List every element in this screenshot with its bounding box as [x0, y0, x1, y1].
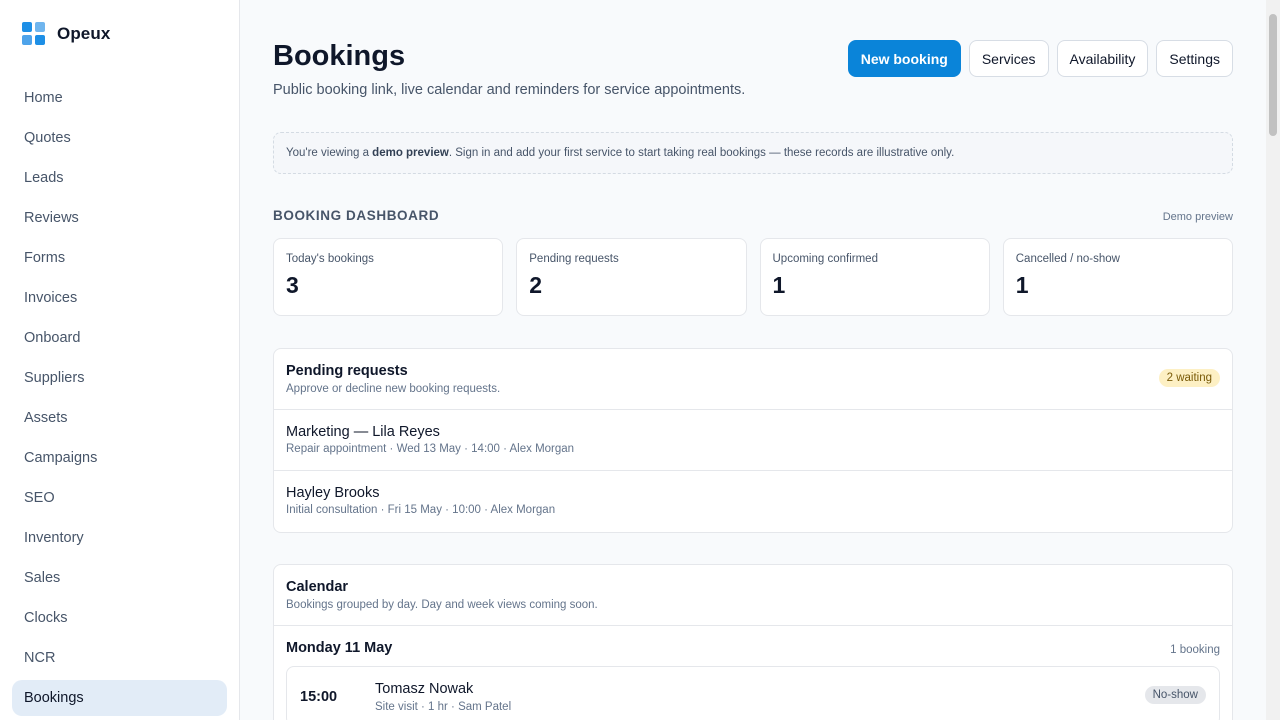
app-logo-icon — [22, 22, 46, 46]
list-item[interactable]: Hayley Brooks Initial consultation · Fri… — [274, 471, 1232, 532]
sidebar-item-forms[interactable]: Forms — [12, 240, 227, 276]
header-actions: New booking Services Availability Settin… — [847, 40, 1233, 77]
sidebar-item-bookings[interactable]: Bookings — [12, 680, 227, 716]
new-booking-button[interactable]: New booking — [847, 40, 961, 77]
app-name: Opeux — [57, 24, 111, 43]
notice-prefix: You're viewing a — [286, 147, 373, 159]
stat-cards: Today's bookings 3 Pending requests 2 Up… — [273, 238, 1233, 316]
waiting-badge: 2 waiting — [1158, 369, 1220, 387]
sidebar-item-assets[interactable]: Assets — [12, 400, 227, 436]
settings-button[interactable]: Settings — [1156, 40, 1233, 77]
brand[interactable]: Opeux — [22, 22, 110, 46]
card-subtitle: Approve or decline new booking requests. — [286, 383, 501, 395]
calendar-header: Calendar Bookings grouped by day. Day an… — [274, 565, 1232, 626]
stat-label: Upcoming confirmed — [772, 253, 878, 265]
request-name: Hayley Brooks — [286, 485, 380, 501]
status-badge: No-show — [1144, 686, 1206, 704]
sidebar-item-onboard[interactable]: Onboard — [12, 320, 227, 356]
sidebar-item-suppliers[interactable]: Suppliers — [12, 360, 227, 396]
card-subtitle: Bookings grouped by day. Day and week vi… — [286, 599, 598, 611]
stat-value: 1 — [772, 272, 786, 298]
pending-requests-card: Pending requests Approve or decline new … — [273, 348, 1233, 533]
stat-card-upcoming-confirmed: Upcoming confirmed 1 — [759, 238, 990, 316]
stat-value: 1 — [1015, 272, 1029, 298]
stat-label: Pending requests — [529, 253, 619, 265]
services-button[interactable]: Services — [968, 40, 1049, 77]
sidebar-item-sales[interactable]: Sales — [12, 560, 227, 596]
card-title: Calendar — [286, 579, 349, 595]
stat-card-cancelled-noshow: Cancelled / no-show 1 — [1002, 238, 1233, 316]
day-booking-count: 1 booking — [1170, 644, 1220, 656]
sidebar-item-campaigns[interactable]: Campaigns — [12, 440, 227, 476]
sidebar: Opeux Home Quotes Leads Reviews Forms In… — [0, 0, 240, 720]
sidebar-nav: Home Quotes Leads Reviews Forms Invoices… — [12, 80, 227, 720]
calendar-card: Calendar Bookings grouped by day. Day an… — [273, 564, 1233, 720]
stat-value: 3 — [286, 272, 299, 298]
stat-card-pending-requests: Pending requests 2 — [516, 238, 747, 316]
scrollbar-thumb[interactable] — [1269, 14, 1277, 136]
page-subtitle: Public booking link, live calendar and r… — [273, 82, 746, 98]
stat-label: Cancelled / no-show — [1015, 253, 1120, 265]
pending-requests-header: Pending requests Approve or decline new … — [274, 349, 1232, 410]
request-meta: Repair appointment · Wed 13 May · 14:00 … — [286, 443, 575, 455]
card-title: Pending requests — [286, 363, 408, 379]
list-item[interactable]: Marketing — Lila Reyes Repair appointmen… — [274, 410, 1232, 471]
booking-time: 15:00 — [300, 689, 338, 705]
sidebar-item-ncr[interactable]: NCR — [12, 640, 227, 676]
booking-item[interactable]: 15:00 Tomasz Nowak Site visit · 1 hr · S… — [286, 666, 1220, 720]
notice-highlight: demo preview — [372, 147, 449, 159]
page-scrollbar[interactable] — [1266, 0, 1280, 720]
sidebar-item-home[interactable]: Home — [12, 80, 227, 116]
sidebar-item-invoices[interactable]: Invoices — [12, 280, 227, 316]
day-title: Monday 11 May — [286, 640, 393, 656]
stat-label: Today's bookings — [286, 253, 374, 265]
stat-card-todays-bookings: Today's bookings 3 — [273, 238, 504, 316]
sidebar-item-clocks[interactable]: Clocks — [12, 600, 227, 636]
sidebar-item-leads[interactable]: Leads — [12, 160, 227, 196]
page-title: Bookings — [273, 40, 406, 72]
request-name: Marketing — Lila Reyes — [286, 424, 440, 440]
sidebar-item-quotes[interactable]: Quotes — [12, 120, 227, 156]
availability-button[interactable]: Availability — [1056, 40, 1149, 77]
request-meta: Initial consultation · Fri 15 May · 10:0… — [286, 504, 556, 516]
booking-name: Tomasz Nowak — [375, 681, 474, 697]
stat-value: 2 — [529, 272, 543, 298]
notice-suffix: . Sign in and add your first service to … — [448, 147, 955, 159]
demo-notice: You're viewing a demo preview. Sign in a… — [273, 132, 1233, 174]
dashboard-section-title: BOOKING DASHBOARD — [273, 208, 440, 223]
calendar-day-header: Monday 11 May 1 booking — [274, 626, 1232, 666]
sidebar-item-inventory[interactable]: Inventory — [12, 520, 227, 556]
sidebar-item-seo[interactable]: SEO — [12, 480, 227, 516]
sidebar-item-reviews[interactable]: Reviews — [12, 200, 227, 236]
booking-meta: Site visit · 1 hr · Sam Patel — [375, 701, 512, 713]
dashboard-section-meta: Demo preview — [1162, 211, 1233, 223]
